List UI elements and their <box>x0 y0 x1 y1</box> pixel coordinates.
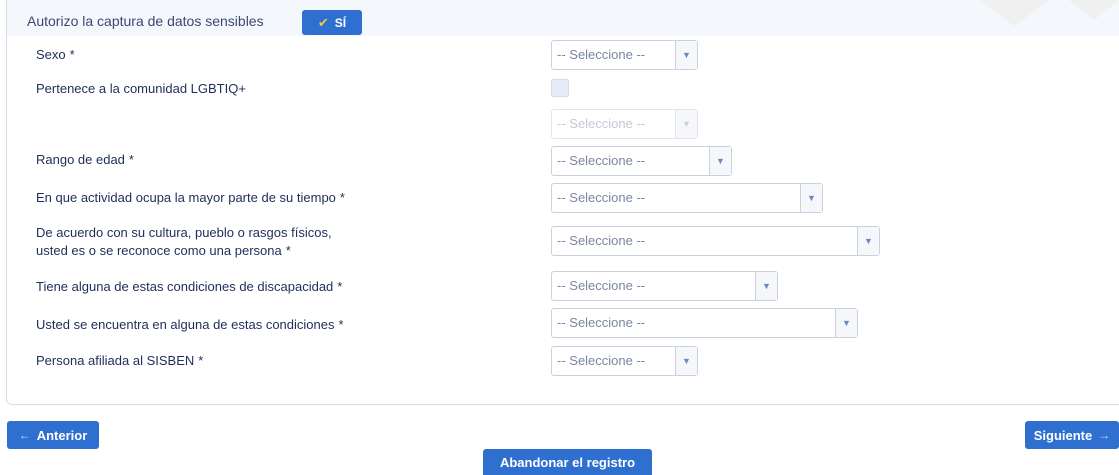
rango-edad-select-value: -- Seleccione -- <box>557 153 646 168</box>
actividad-label: En que actividad ocupa la mayor parte de… <box>36 190 345 205</box>
lgbtiq-label: Pertenece a la comunidad LGBTIQ+ <box>36 81 246 96</box>
arrow-left-icon: ← <box>18 428 31 442</box>
siguiente-button[interactable]: Siguiente → <box>1025 421 1119 449</box>
arrow-right-icon: → <box>1098 428 1111 442</box>
watermark-graphic <box>979 0 1119 26</box>
actividad-select-value: -- Seleccione -- <box>557 190 646 205</box>
consent-toggle-label: SÍ <box>334 15 347 30</box>
condiciones-label: Usted se encuentra en alguna de estas co… <box>36 317 344 332</box>
chevron-down-icon: ▼ <box>675 110 697 138</box>
anterior-button-label: Anterior <box>36 427 88 443</box>
rango-edad-select[interactable]: -- Seleccione -- ▼ <box>551 146 732 176</box>
chevron-down-icon: ▼ <box>675 41 697 69</box>
rango-edad-label: Rango de edad * <box>36 152 134 167</box>
actividad-select[interactable]: -- Seleccione -- ▼ <box>551 183 823 213</box>
cultura-select[interactable]: -- Seleccione -- ▼ <box>551 226 880 256</box>
sisben-select[interactable]: -- Seleccione -- ▼ <box>551 346 698 376</box>
chevron-down-icon: ▼ <box>709 147 731 175</box>
siguiente-button-label: Siguiente <box>1033 427 1093 443</box>
anterior-button[interactable]: ← Anterior <box>7 421 99 449</box>
lgbtiq-checkbox[interactable] <box>551 79 569 97</box>
cultura-select-value: -- Seleccione -- <box>557 233 646 248</box>
sexo-select[interactable]: -- Seleccione -- ▼ <box>551 40 698 70</box>
abandonar-button[interactable]: Abandonar el registro <box>483 449 652 475</box>
chevron-down-icon: ▼ <box>800 184 822 212</box>
abandonar-button-label: Abandonar el registro <box>499 454 636 470</box>
consent-label: Autorizo la captura de datos sensibles <box>27 13 264 29</box>
chevron-down-icon: ▼ <box>835 309 857 337</box>
consent-toggle-button[interactable]: ✔ SÍ <box>302 10 362 35</box>
sisben-label: Persona afiliada al SISBEN * <box>36 353 204 368</box>
discapacidad-label: Tiene alguna de estas condiciones de dis… <box>36 279 343 294</box>
sexo-select-value: -- Seleccione -- <box>557 47 646 62</box>
lgbtiq-detail-select[interactable]: -- Seleccione -- ▼ <box>551 109 698 139</box>
check-icon: ✔ <box>317 14 329 30</box>
cultura-label: De acuerdo con su cultura, pueblo o rasg… <box>36 225 332 258</box>
chevron-down-icon: ▼ <box>857 227 879 255</box>
chevron-down-icon: ▼ <box>755 272 777 300</box>
discapacidad-select-value: -- Seleccione -- <box>557 278 646 293</box>
chevron-down-icon: ▼ <box>675 347 697 375</box>
condiciones-select-value: -- Seleccione -- <box>557 315 646 330</box>
sisben-select-value: -- Seleccione -- <box>557 353 646 368</box>
discapacidad-select[interactable]: -- Seleccione -- ▼ <box>551 271 778 301</box>
sexo-label: Sexo * <box>36 47 75 62</box>
lgbtiq-detail-select-value: -- Seleccione -- <box>557 116 646 131</box>
condiciones-select[interactable]: -- Seleccione -- ▼ <box>551 308 858 338</box>
